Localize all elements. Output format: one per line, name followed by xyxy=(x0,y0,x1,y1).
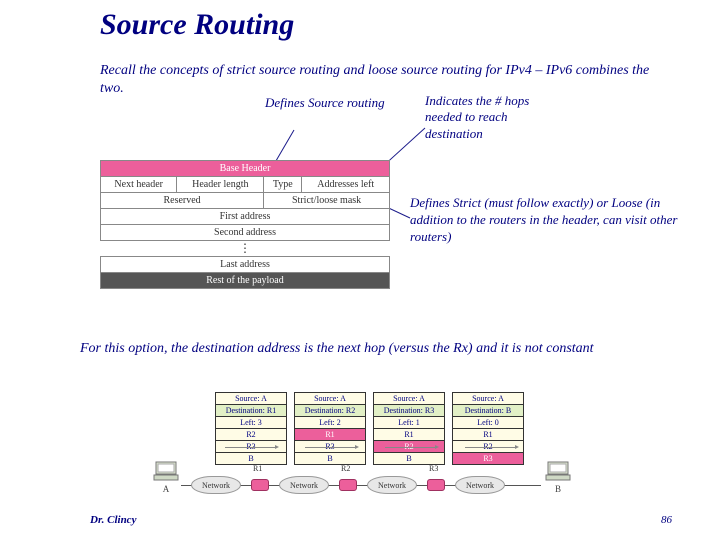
author-label: Dr. Clincy xyxy=(90,514,136,526)
panel-row: B xyxy=(374,452,444,464)
cell-second-address: Second address xyxy=(101,225,390,241)
host-a-label: A xyxy=(151,484,181,494)
panel-row: R1 xyxy=(295,428,365,440)
arrow-icon xyxy=(385,447,435,448)
cell-first-address: First address xyxy=(101,209,390,225)
network-cloud: Network xyxy=(367,476,417,494)
panel-row: B xyxy=(295,452,365,464)
header-diagram: Base Header Next header Header length Ty… xyxy=(100,160,390,289)
panel-source: Source: A xyxy=(374,393,444,404)
network-cloud: Network xyxy=(455,476,505,494)
cell-ellipsis: ⋮ xyxy=(101,241,390,257)
router-label: R3 xyxy=(429,464,438,473)
panel-dest: Destination: B xyxy=(453,404,523,416)
router-label: R2 xyxy=(341,464,350,473)
network-path: Network R1 Network R2 Network R3 Network xyxy=(181,472,541,500)
network-cloud: Network xyxy=(279,476,329,494)
panel-left: Left: 3 xyxy=(216,416,286,428)
arrow-icon xyxy=(465,447,515,448)
host-a: A xyxy=(151,460,181,494)
panel-row: R2 xyxy=(374,440,444,452)
panel-left: Left: 2 xyxy=(295,416,365,428)
annotation-strict-loose: Defines Strict (must follow exactly) or … xyxy=(410,195,700,246)
routing-diagram: Source: ADestination: R1Left: 3R2R3BSour… xyxy=(145,392,585,502)
panel-row: R3 xyxy=(453,452,523,464)
panel-dest: Destination: R2 xyxy=(295,404,365,416)
cell-last-address: Last address xyxy=(101,257,390,273)
slide-title: Source Routing xyxy=(100,8,294,42)
arrow-icon xyxy=(305,447,355,448)
panel-left: Left: 1 xyxy=(374,416,444,428)
cell-rest-payload: Rest of the payload xyxy=(101,273,390,289)
paragraph-destination: For this option, the destination address… xyxy=(80,340,670,358)
panel-row: R2 xyxy=(453,440,523,452)
panel-dest: Destination: R1 xyxy=(216,404,286,416)
panel-row: B xyxy=(216,452,286,464)
panel-left: Left: 0 xyxy=(453,416,523,428)
network-cloud: Network xyxy=(191,476,241,494)
cell-header-length: Header length xyxy=(177,177,264,193)
router-icon xyxy=(339,479,357,491)
host-b-label: B xyxy=(543,484,573,494)
cell-next-header: Next header xyxy=(101,177,177,193)
annotation-indicates-hops: Indicates the # hops needed to reach des… xyxy=(425,93,565,142)
base-header-bar: Base Header xyxy=(101,161,390,177)
annotation-defines-source: Defines Source routing xyxy=(265,95,385,111)
panel-row: R1 xyxy=(374,428,444,440)
panel-row: R1 xyxy=(453,428,523,440)
routing-panel: Source: ADestination: R1Left: 3R2R3B xyxy=(215,392,287,465)
cell-strict-loose-mask: Strict/loose mask xyxy=(264,193,390,209)
intro-text: Recall the concepts of strict source rou… xyxy=(100,62,670,98)
panel-source: Source: A xyxy=(453,393,523,404)
host-b: B xyxy=(543,460,573,494)
panel-row: R2 xyxy=(216,428,286,440)
panel-dest: Destination: R3 xyxy=(374,404,444,416)
routing-panel: Source: ADestination: R3Left: 1R1R2B xyxy=(373,392,445,465)
page-number: 86 xyxy=(661,514,672,526)
router-icon xyxy=(251,479,269,491)
cell-reserved: Reserved xyxy=(101,193,264,209)
router-icon xyxy=(427,479,445,491)
router-label: R1 xyxy=(253,464,262,473)
panel-source: Source: A xyxy=(295,393,365,404)
routing-panel: Source: ADestination: R2Left: 2R1R3B xyxy=(294,392,366,465)
routing-panel: Source: ADestination: BLeft: 0R1R2R3 xyxy=(452,392,524,465)
routing-panels: Source: ADestination: R1Left: 3R2R3BSour… xyxy=(215,392,524,465)
arrow-icon xyxy=(225,447,275,448)
panel-source: Source: A xyxy=(216,393,286,404)
cell-type: Type xyxy=(264,177,302,193)
cell-addresses-left: Addresses left xyxy=(302,177,390,193)
